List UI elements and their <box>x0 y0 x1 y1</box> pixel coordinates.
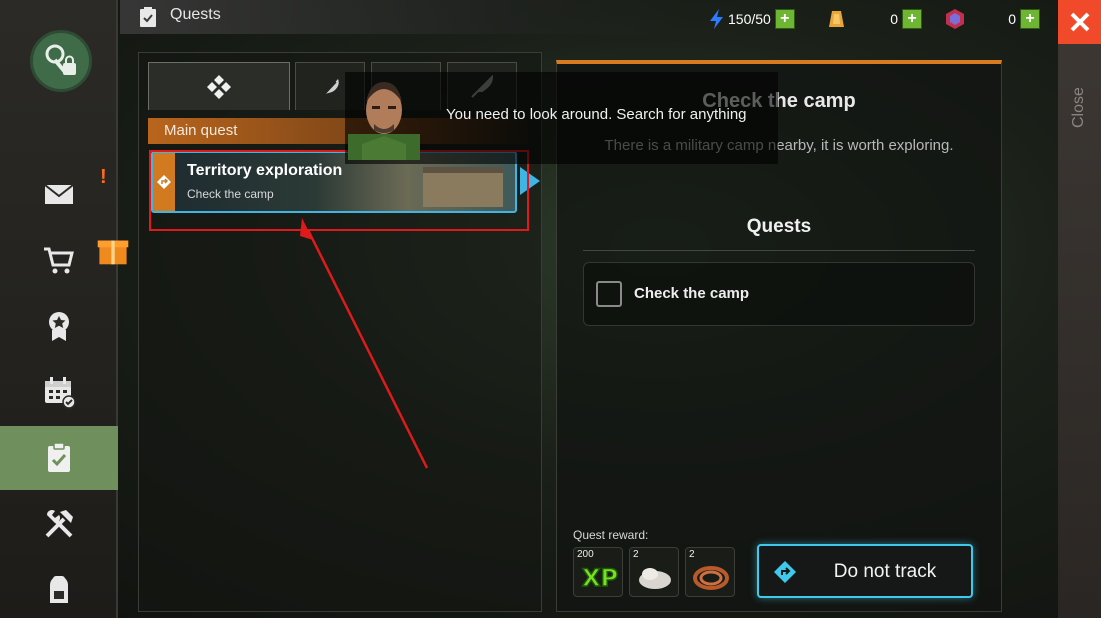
dialogue-text: You need to look around. Search for anyt… <box>446 106 747 123</box>
page-title: Quests <box>170 6 221 23</box>
add-energy-button[interactable]: + <box>774 9 795 29</box>
clipboard-check-icon <box>140 7 156 27</box>
sidebar-item-crafting[interactable] <box>0 492 118 556</box>
gold-counter: 0 + <box>826 8 922 30</box>
sidebar-item-calendar[interactable] <box>0 360 118 424</box>
svg-text:XP: XP <box>582 564 618 592</box>
shopping-cart-icon <box>44 247 74 274</box>
close-label[interactable]: Close <box>1070 78 1090 128</box>
close-icon <box>1070 12 1089 32</box>
profile-key-icon[interactable] <box>30 30 92 92</box>
award-ribbon-icon <box>49 312 69 341</box>
character-portrait <box>348 82 420 160</box>
gold-value: 0 <box>890 11 898 27</box>
close-button[interactable] <box>1058 0 1101 44</box>
notification-badge: ! <box>100 166 107 188</box>
energy-counter: 150/50 + <box>706 8 795 30</box>
reward-xp[interactable]: 200 XP <box>573 547 623 597</box>
cloth-icon <box>639 568 671 589</box>
rope-icon <box>693 566 729 590</box>
objectives-heading: Quests <box>746 216 812 237</box>
gems-counter: 0 + <box>944 8 1040 30</box>
do-not-track-button[interactable]: Do not track <box>757 544 973 598</box>
sidebar-item-inventory[interactable] <box>0 558 118 618</box>
reward-rope[interactable]: 2 <box>685 547 735 597</box>
gems-value: 0 <box>1008 11 1016 27</box>
objective-row: Check the camp <box>583 262 975 326</box>
diamond-cluster-icon <box>207 74 231 99</box>
gift-icon <box>97 240 129 265</box>
sidebar-item-mail[interactable]: ! <box>0 162 118 226</box>
calendar-icon <box>45 377 76 409</box>
gold-bar-icon <box>829 11 844 27</box>
sidebar-item-quests[interactable] <box>0 426 118 490</box>
add-gold-button[interactable]: + <box>902 9 922 29</box>
tab-main-quests[interactable] <box>148 62 290 110</box>
divider <box>583 250 975 251</box>
feather-icon <box>320 78 339 99</box>
reward-cloth[interactable]: 2 <box>629 547 679 597</box>
objective-checkbox <box>596 281 622 307</box>
lightning-icon <box>710 9 723 29</box>
reward-label: Quest reward: <box>573 528 649 542</box>
backpack-icon <box>50 576 68 603</box>
close-panel[interactable]: Close <box>1058 0 1101 618</box>
sidebar: ! <box>0 0 129 618</box>
direction-sign-icon <box>774 561 796 583</box>
objective-text: Check the camp <box>634 285 750 302</box>
tools-icon <box>45 510 73 538</box>
clipboard-check-icon <box>48 442 70 472</box>
do-not-track-label: Do not track <box>833 561 937 582</box>
sidebar-item-achievements[interactable] <box>0 294 118 358</box>
crystal-icon <box>946 9 964 29</box>
mail-icon <box>44 184 74 204</box>
xp-icon: XP <box>581 563 618 593</box>
energy-value: 150/50 <box>728 11 771 27</box>
add-gems-button[interactable]: + <box>1020 9 1040 29</box>
sidebar-item-shop[interactable] <box>0 228 129 292</box>
